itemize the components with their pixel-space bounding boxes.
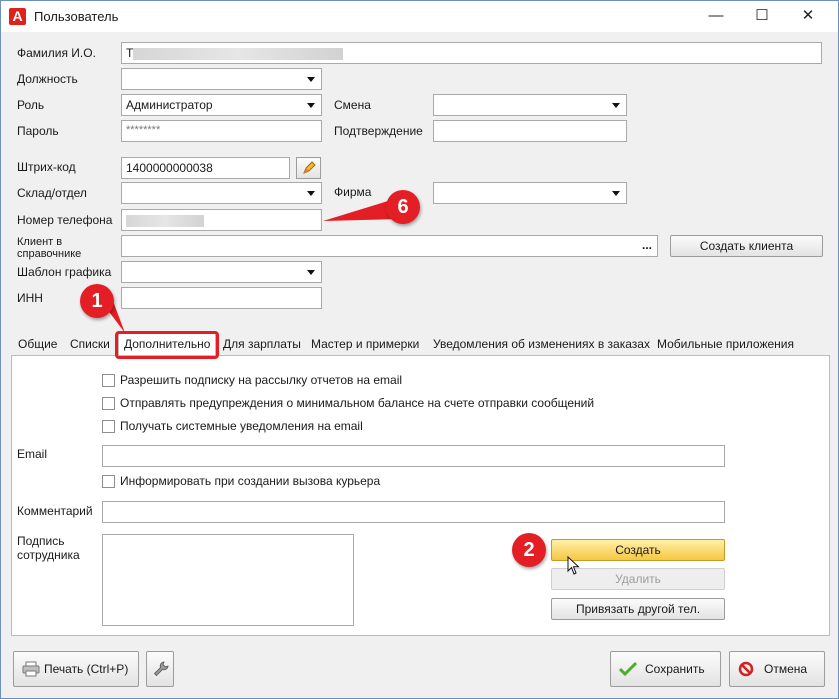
user-dialog: A Пользователь — ☐ ✕ Фамилия И.О. Т Долж… <box>0 0 839 699</box>
checkbox-system-notifications[interactable]: Получать системные уведомления на email <box>102 419 363 433</box>
confirm-label: Подтверждение <box>334 124 423 138</box>
client-label: Клиент в справочнике <box>17 236 82 260</box>
bind-phone-button[interactable]: Привязать другой тел. <box>551 598 725 620</box>
confirm-input[interactable] <box>433 120 627 142</box>
checkbox-courier-notify[interactable]: Информировать при создании вызова курьер… <box>102 474 380 488</box>
dialog-footer: Печать (Ctrl+P) Сохранить Отмена <box>1 641 838 698</box>
title-bar: A Пользователь — ☐ ✕ <box>1 1 838 32</box>
checkbox-report-subscription[interactable]: Разрешить подписку на рассылку отчетов н… <box>102 373 402 387</box>
checkbox[interactable] <box>102 474 115 488</box>
maximize-button[interactable]: ☐ <box>739 1 785 31</box>
printer-icon <box>22 661 40 677</box>
position-select[interactable] <box>121 68 322 90</box>
annotation-badge-1: 1 <box>80 284 114 318</box>
chevron-down-icon <box>307 103 315 108</box>
phone-input[interactable] <box>121 209 322 231</box>
position-label: Должность <box>17 72 78 86</box>
settings-button[interactable] <box>146 651 174 687</box>
tab-lists[interactable]: Списки <box>70 337 110 351</box>
chevron-down-icon <box>307 191 315 196</box>
window-title: Пользователь <box>34 9 119 24</box>
redacted-name <box>133 47 344 60</box>
checkbox-min-balance-warnings[interactable]: Отправлять предупреждения о минимальном … <box>102 396 594 410</box>
annotation-badge-2: 2 <box>512 533 546 567</box>
app-logo-icon: A <box>9 8 26 25</box>
close-button[interactable]: ✕ <box>785 1 831 31</box>
cancel-button[interactable]: Отмена <box>729 651 825 687</box>
chevron-down-icon <box>612 103 620 108</box>
create-client-button[interactable]: Создать клиента <box>670 235 823 257</box>
checkbox[interactable] <box>102 396 115 410</box>
role-select[interactable]: Администратор <box>121 94 322 116</box>
barcode-input[interactable]: 1400000000038 <box>121 157 290 179</box>
save-button[interactable]: Сохранить <box>610 651 721 687</box>
shift-select[interactable] <box>433 94 627 116</box>
fio-input[interactable]: Т <box>121 42 822 64</box>
generate-barcode-button[interactable] <box>296 157 321 179</box>
mouse-cursor-icon <box>567 556 580 575</box>
tab-highlight-box <box>115 331 219 359</box>
role-value: Администратор <box>126 98 213 112</box>
schedule-label: Шаблон графика <box>17 265 112 279</box>
client-input[interactable]: ... <box>121 235 658 257</box>
minimize-button[interactable]: — <box>693 1 739 31</box>
chevron-down-icon <box>612 191 620 196</box>
password-value: ******** <box>126 124 161 136</box>
phone-label: Номер телефона <box>17 213 113 227</box>
comment-input[interactable] <box>102 501 725 523</box>
inn-label: ИНН <box>17 291 43 305</box>
warehouse-label: Склад/отдел <box>17 186 87 200</box>
tab-general[interactable]: Общие <box>18 337 57 351</box>
role-label: Роль <box>17 98 45 112</box>
barcode-value: 1400000000038 <box>126 161 213 175</box>
shift-label: Смена <box>334 98 371 112</box>
firm-select[interactable] <box>433 182 627 204</box>
pen-icon <box>303 161 316 174</box>
redacted-phone <box>126 214 204 227</box>
chevron-down-icon <box>307 77 315 82</box>
tab-master-fittings[interactable]: Мастер и примерки <box>311 337 419 351</box>
barcode-label: Штрих-код <box>17 160 76 174</box>
annotation-badge-6: 6 <box>386 190 420 224</box>
tab-salary[interactable]: Для зарплаты <box>223 337 301 351</box>
email-input[interactable] <box>102 445 725 467</box>
fio-label: Фамилия И.О. <box>17 46 96 60</box>
tab-order-notifications[interactable]: Уведомления об изменениях в заказах <box>433 337 650 351</box>
comment-label: Комментарий <box>17 504 93 518</box>
fio-value: Т <box>126 46 134 60</box>
browse-client-icon[interactable]: ... <box>642 238 652 252</box>
schedule-select[interactable] <box>121 261 322 283</box>
wrench-icon <box>153 661 169 677</box>
checkbox[interactable] <box>102 373 115 387</box>
password-input[interactable]: ******** <box>121 120 322 142</box>
password-label: Пароль <box>17 124 59 138</box>
tab-mobile-apps[interactable]: Мобильные приложения <box>657 337 794 351</box>
cancel-icon <box>738 661 754 677</box>
signature-label: Подпись сотрудника <box>17 534 80 562</box>
print-button[interactable]: Печать (Ctrl+P) <box>13 651 139 687</box>
signature-area[interactable] <box>102 534 354 626</box>
email-label: Email <box>17 447 48 461</box>
checkbox[interactable] <box>102 419 115 433</box>
checkmark-icon <box>619 661 637 677</box>
warehouse-select[interactable] <box>121 182 322 204</box>
chevron-down-icon <box>307 270 315 275</box>
inn-input[interactable] <box>121 287 322 309</box>
